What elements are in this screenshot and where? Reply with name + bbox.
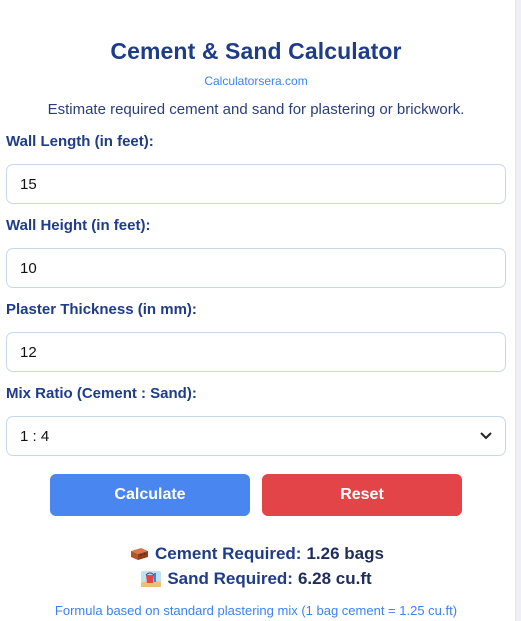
- sand-result: Sand Required: 6.28 cu.ft: [6, 569, 506, 589]
- formula-note: Formula based on standard plastering mix…: [54, 603, 458, 618]
- wall-height-label: Wall Height (in feet):: [6, 217, 151, 234]
- mix-ratio-selected: 1 : 4: [20, 427, 50, 445]
- wall-length-label: Wall Length (in feet):: [6, 133, 154, 150]
- calculate-button[interactable]: Calculate: [50, 474, 250, 516]
- cement-value: 1.26 bags: [306, 544, 384, 563]
- reset-button[interactable]: Reset: [262, 474, 462, 516]
- sand-value: 6.28 cu.ft: [297, 569, 372, 588]
- plaster-thickness-label: Plaster Thickness (in mm):: [6, 301, 197, 318]
- plaster-thickness-input[interactable]: 12: [6, 332, 506, 372]
- plaster-thickness-value: 12: [20, 343, 37, 361]
- sand-label: Sand Required:: [167, 569, 293, 588]
- wall-height-value: 10: [20, 259, 37, 277]
- sand-pail-icon: [141, 571, 162, 587]
- wall-height-input[interactable]: 10: [6, 248, 506, 288]
- calculator-container: Cement & Sand Calculator Calculatorsera.…: [0, 0, 515, 618]
- page-title: Cement & Sand Calculator: [110, 38, 402, 64]
- page-edge: [515, 0, 521, 621]
- site-link[interactable]: Calculatorsera.com: [6, 74, 506, 88]
- description: Estimate required cement and sand for pl…: [47, 101, 465, 118]
- mix-ratio-label: Mix Ratio (Cement : Sand):: [6, 385, 197, 402]
- wall-length-value: 15: [20, 175, 37, 193]
- cement-result: Cement Required: 1.26 bags: [6, 544, 506, 564]
- mix-ratio-select[interactable]: 1 : 4: [6, 416, 506, 456]
- cement-label: Cement Required:: [155, 544, 302, 563]
- button-row: Calculate Reset: [6, 474, 506, 516]
- chevron-down-icon: [480, 432, 492, 440]
- brick-icon: [131, 548, 149, 560]
- wall-length-input[interactable]: 15: [6, 164, 506, 204]
